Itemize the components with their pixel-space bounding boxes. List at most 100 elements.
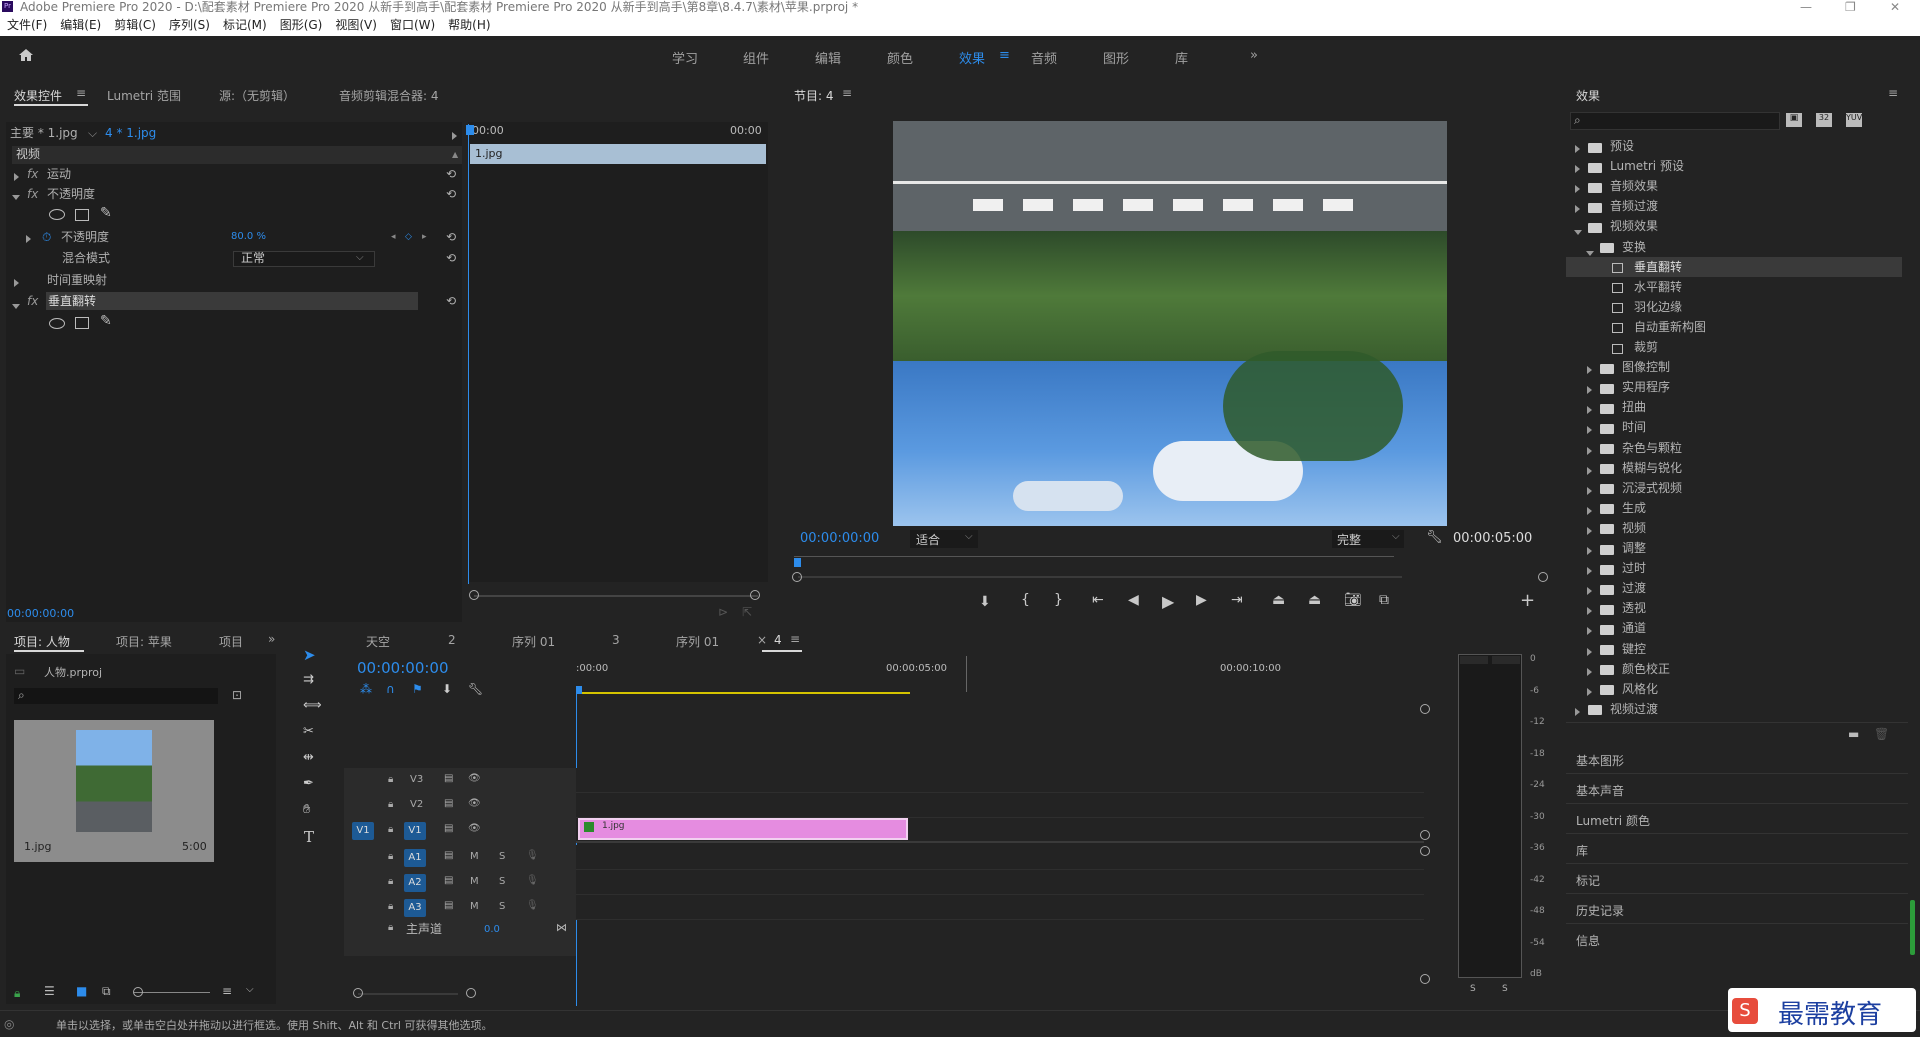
panel-libraries[interactable]: 库 <box>1566 836 1908 864</box>
solo-button[interactable]: S <box>499 901 505 912</box>
add-button-icon[interactable]: + <box>1520 590 1535 611</box>
lift-icon[interactable]: ⏏︎ <box>1272 592 1285 608</box>
clip-dropdown-icon[interactable]: ⌵ <box>88 123 97 143</box>
scroll-handle-left[interactable] <box>469 590 479 600</box>
mic-icon[interactable]: 🎙︎ <box>526 850 539 861</box>
program-timecode[interactable]: 00:00:00:00 <box>800 531 879 546</box>
zoom-slider-handle[interactable] <box>133 987 143 997</box>
chevron-right-icon[interactable] <box>1587 363 1592 377</box>
effects-tree-item[interactable]: 调整 <box>1566 538 1902 558</box>
effects-tree-item[interactable]: 实用程序 <box>1566 377 1902 397</box>
workspace-audio[interactable]: 音频 <box>1031 48 1057 67</box>
tab-effect-controls[interactable]: 效果控件 <box>14 87 62 104</box>
tab-sequence-2[interactable]: 2 <box>448 633 456 647</box>
rect-mask-icon[interactable] <box>75 209 89 221</box>
effects-tree-item[interactable]: 杂色与颗粒 <box>1566 438 1902 458</box>
solo-right-button[interactable]: S <box>1502 984 1508 994</box>
track-target-a2[interactable]: A2 <box>404 874 426 892</box>
ripple-edit-tool-icon[interactable]: ⟺ <box>303 698 322 713</box>
play-icon[interactable]: ▶︎ <box>1162 592 1174 611</box>
h-scroll-handle-right[interactable] <box>466 988 476 998</box>
next-keyframe-icon[interactable]: ▸ <box>422 227 427 247</box>
list-view-icon[interactable]: ☰ <box>44 984 55 998</box>
tab-source[interactable]: 源:（无剪辑） <box>219 87 295 104</box>
ellipse-mask-icon[interactable] <box>49 318 65 329</box>
monitor-scrollbar[interactable] <box>798 576 1402 578</box>
step-forward-icon[interactable]: ▶︎ <box>1196 592 1207 608</box>
tab-sequence-01b[interactable]: 序列 01 <box>676 633 719 650</box>
sync-lock-icon[interactable]: ▤ <box>444 823 453 834</box>
chevron-right-icon[interactable] <box>1587 584 1592 598</box>
menu-sequence[interactable]: 序列(S) <box>169 18 210 32</box>
chevron-right-icon[interactable] <box>1587 544 1592 558</box>
v-scroll-handle[interactable] <box>1420 974 1430 984</box>
workspace-learn[interactable]: 学习 <box>672 48 698 67</box>
export-icon[interactable]: ⇱ <box>742 605 752 619</box>
effects-tree-item[interactable]: 垂直翻转 <box>1566 256 1902 277</box>
panel-markers[interactable]: 标记 <box>1566 866 1908 894</box>
pen-tool-icon[interactable]: ✒︎ <box>303 776 314 791</box>
chevron-right-icon[interactable] <box>1587 604 1592 618</box>
workspace-editing[interactable]: 编辑 <box>815 48 841 67</box>
menu-clip[interactable]: 剪辑(C) <box>114 18 156 32</box>
minimize-icon[interactable]: — <box>1800 0 1812 14</box>
sync-lock-icon[interactable]: ▤ <box>444 850 453 861</box>
workspace-graphics[interactable]: 图形 <box>1103 48 1129 67</box>
clip-bar[interactable] <box>470 144 766 164</box>
chevron-right-icon[interactable] <box>1587 444 1592 458</box>
effects-tree-item[interactable]: 羽化边缘 <box>1566 297 1902 317</box>
chevron-right-icon[interactable] <box>1587 685 1592 699</box>
h-scrollbar[interactable] <box>358 993 458 995</box>
mute-button[interactable]: M <box>470 901 479 912</box>
chevron-right-icon[interactable] <box>1587 484 1592 498</box>
pen-mask-icon[interactable]: ✎ <box>100 313 112 329</box>
v-scroll-handle[interactable] <box>1420 704 1430 714</box>
tab-sequence-sky[interactable]: 天空 <box>366 633 390 650</box>
scroll-handle-right[interactable] <box>1538 572 1548 582</box>
tab-project[interactable]: 项目 <box>219 633 243 650</box>
project-search-input[interactable] <box>14 688 218 704</box>
export-frame-icon[interactable]: 📷︎ <box>1344 592 1362 608</box>
extract-icon[interactable]: ⏏︎ <box>1308 592 1321 608</box>
tab-lumetri-scopes[interactable]: Lumetri 范围 <box>107 87 181 104</box>
chevron-right-icon[interactable] <box>1587 403 1592 417</box>
h-scroll-handle-left[interactable] <box>353 988 363 998</box>
workspace-libraries[interactable]: 库 <box>1175 48 1188 67</box>
workspace-more-icon[interactable]: » <box>1250 48 1258 63</box>
effects-tree-item[interactable]: 预设 <box>1566 136 1902 156</box>
prev-keyframe-icon[interactable]: ◂ <box>391 227 396 247</box>
collapse-up-icon[interactable]: ▲ <box>452 150 458 159</box>
track-target-a3[interactable]: A3 <box>404 899 426 917</box>
track-lock-icon[interactable]: 🔒︎ <box>388 922 393 933</box>
effects-tree-item[interactable]: 扭曲 <box>1566 397 1902 417</box>
menu-file[interactable]: 文件(F) <box>7 18 47 32</box>
tab-close-icon[interactable]: × <box>757 633 767 647</box>
program-menu-icon[interactable]: ≡ <box>842 86 852 100</box>
effects-tree-item[interactable]: 图像控制 <box>1566 357 1902 377</box>
effects-tree-item[interactable]: Lumetri 预设 <box>1566 156 1902 176</box>
reset-icon[interactable]: ⟲ <box>446 184 456 204</box>
slip-tool-icon[interactable]: ⇹ <box>303 750 314 765</box>
vflip-label[interactable]: 垂直翻转 <box>48 291 96 311</box>
go-to-in-icon[interactable]: ⇤ <box>1092 592 1104 608</box>
effects-tree-item[interactable]: 水平翻转 <box>1566 277 1902 297</box>
maximize-icon[interactable]: ❐ <box>1845 0 1856 14</box>
effects-tree-item[interactable]: 音频效果 <box>1566 176 1902 196</box>
expand-arrow-icon[interactable] <box>452 129 457 143</box>
master-track-value[interactable]: 0.0 <box>484 924 500 935</box>
go-to-out-icon[interactable]: ⇥ <box>1231 592 1243 608</box>
track-target-v1[interactable]: V1 <box>404 822 426 840</box>
track-target-a1[interactable]: A1 <box>404 849 426 867</box>
wrench-icon[interactable]: 🔧︎ <box>468 682 483 696</box>
chevron-right-icon[interactable] <box>1575 705 1580 719</box>
time-remap-expand-icon[interactable] <box>14 276 19 290</box>
chevron-right-icon[interactable] <box>1575 142 1580 156</box>
menu-graphics[interactable]: 图形(G) <box>280 18 323 32</box>
menu-marker[interactable]: 标记(M) <box>223 18 267 32</box>
freeform-view-icon[interactable]: ⧉ <box>102 984 111 999</box>
reset-icon[interactable]: ⟲ <box>446 248 456 268</box>
motion-label[interactable]: 运动 <box>47 164 71 184</box>
v-scroll-handle[interactable] <box>1420 846 1430 856</box>
tab-project-people[interactable]: 项目: 人物 <box>14 633 70 650</box>
icon-view-icon[interactable]: ■ <box>76 984 87 998</box>
